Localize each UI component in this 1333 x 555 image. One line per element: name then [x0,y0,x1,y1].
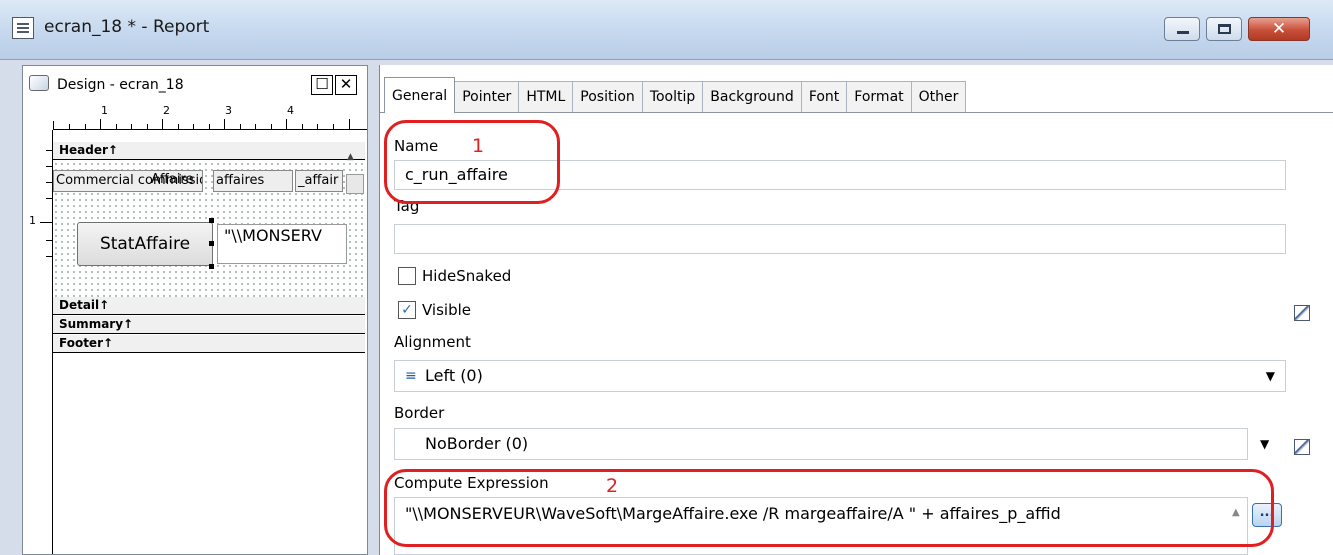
ruler-mark: 4 [287,104,294,117]
tab-other[interactable]: Other [910,81,967,113]
expression-edit-icon[interactable] [1294,439,1310,455]
ruler-mark: 3 [225,104,232,117]
band-footer[interactable]: Footer↑ [53,335,365,353]
tag-field[interactable] [394,224,1286,254]
annotation-number-2: 2 [606,475,619,497]
vertical-ruler: 1 [23,130,53,554]
annotation-circle-1 [384,120,560,204]
hidesnaked-checkbox[interactable] [398,267,416,285]
report-window-icon [12,17,34,39]
close-icon: ✕ [1271,19,1287,39]
tab-divider [380,112,1333,113]
tab-position[interactable]: Position [572,81,643,113]
property-tabs: General Pointer HTML Position Tooltip Ba… [384,77,967,113]
tab-pointer[interactable]: Pointer [454,81,520,113]
band-detail[interactable]: Detail↑ [53,297,365,315]
annotation-number-1: 1 [472,135,485,157]
chevron-down-icon: ▼ [1265,369,1275,383]
expression-edit-icon[interactable] [1294,305,1310,321]
selection-handle[interactable] [209,218,214,223]
vruler-mark: 1 [29,214,36,227]
alignment-label: Alignment [394,333,471,351]
tab-tooltip[interactable]: Tooltip [641,81,704,113]
design-close-button[interactable]: ✕ [335,75,357,95]
alignment-dropdown[interactable]: ≡ Left (0) ▼ [394,360,1286,392]
tab-font[interactable]: Font [800,81,848,113]
design-restore-button[interactable]: ☐ [311,75,333,95]
ruler-mark: 1 [101,104,108,117]
border-dropdown[interactable]: NoBorder (0) [394,428,1248,460]
selection-handle[interactable] [209,264,214,269]
header-field-affaire[interactable]: Affaire [149,170,211,192]
design-pane: Design - ecran_18 ☐ ✕ 1 2 3 4 1 Header↑ … [22,65,368,555]
compute-field[interactable]: "\\MONSERV [217,224,347,264]
tab-html[interactable]: HTML [518,81,574,113]
window-title: ecran_18 * - Report [44,17,210,37]
ruler-mark: 2 [163,104,170,117]
window-client-area: Design - ecran_18 ☐ ✕ 1 2 3 4 1 Header↑ … [0,60,1333,555]
hidesnaked-label: HideSnaked [422,267,512,285]
band-header[interactable]: Header↑ [53,142,365,160]
properties-pane: General Pointer HTML Position Tooltip Ba… [379,65,1333,555]
design-pane-title: Design - ecran_18 [57,77,184,93]
design-pane-titlebar: Design - ecran_18 ☐ ✕ [23,66,367,102]
minimize-icon [1177,31,1189,34]
alignment-value: Left (0) [425,366,483,385]
border-value: NoBorder (0) [425,434,529,453]
selection-handle[interactable] [209,241,214,246]
design-scrollbar[interactable] [346,174,364,194]
maximize-button[interactable] [1206,17,1242,41]
tab-format[interactable]: Format [846,81,912,113]
tab-general[interactable]: General [384,77,456,113]
visible-label: Visible [422,301,471,319]
border-label: Border [394,404,445,422]
align-left-icon: ≡ [405,368,417,384]
close-button[interactable]: ✕ [1248,17,1310,41]
annotation-circle-2 [384,469,1274,547]
maximize-icon [1218,24,1231,34]
tab-background[interactable]: Background [702,81,802,113]
visible-checkbox[interactable]: ✓ [398,301,416,319]
header-field-affair[interactable]: _affair [295,170,343,192]
statAffaire-button[interactable]: StatAffaire [77,222,213,266]
chevron-down-icon[interactable]: ▼ [1260,437,1269,451]
band-summary[interactable]: Summary↑ [53,316,365,334]
minimize-button[interactable] [1164,17,1200,41]
horizontal-ruler: 1 2 3 4 [53,104,367,130]
design-icon [29,75,49,91]
header-field-affaires[interactable]: affaires [213,170,293,192]
window-titlebar: ecran_18 * - Report ✕ [0,0,1333,60]
